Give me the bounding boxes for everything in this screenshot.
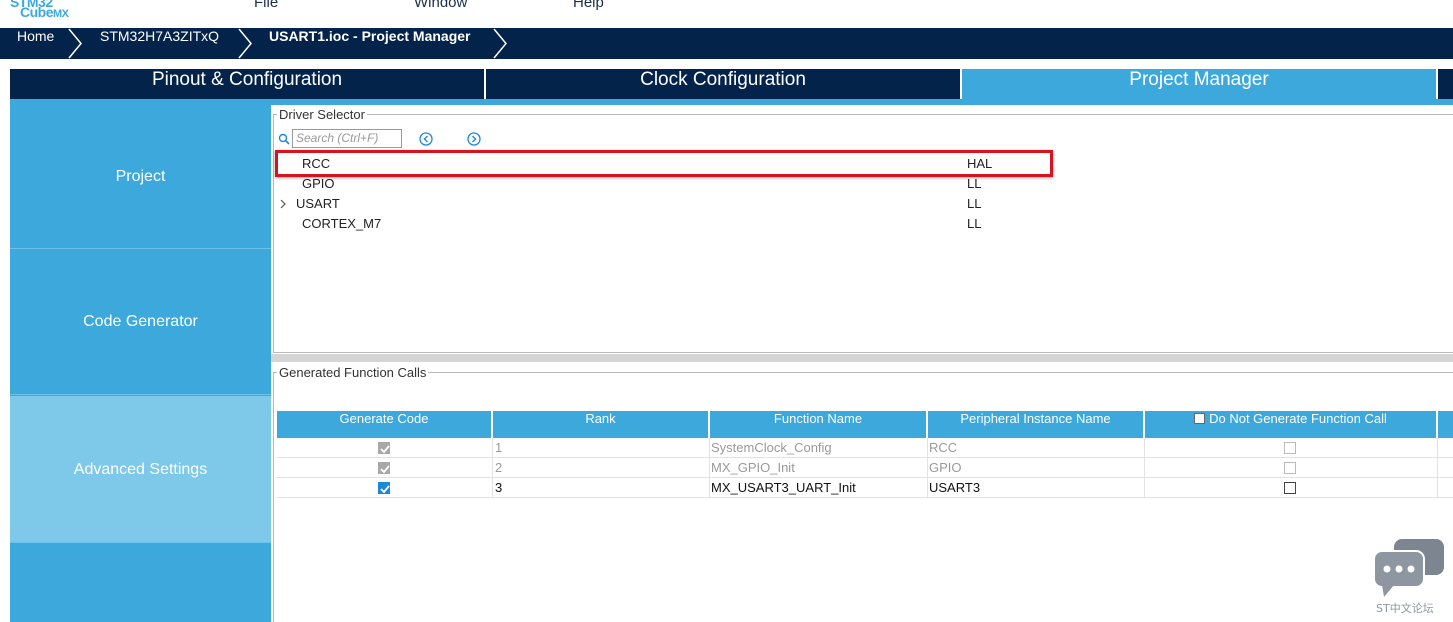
do-not-generate-all-checkbox[interactable]: [1194, 413, 1206, 424]
breadcrumb-separator-icon: [68, 28, 82, 59]
project-manager-sidebar: Project Code Generator Advanced Settings: [10, 105, 271, 622]
generate-code-cell: [277, 478, 493, 498]
do-not-generate-cell: [1145, 478, 1438, 498]
instance-name-cell: RCC: [928, 438, 1145, 458]
breadcrumb-project[interactable]: USART1.ioc - Project Manager: [269, 28, 471, 59]
driver-search-input[interactable]: Search (Ctrl+F): [292, 129, 402, 148]
breadcrumb-separator-icon: [238, 28, 252, 59]
driver-name: USART: [296, 196, 340, 211]
sidebar-item-advanced-settings[interactable]: Advanced Settings: [10, 396, 271, 543]
chat-bubble-icon: [1373, 539, 1444, 597]
rank-cell: 3: [493, 478, 710, 498]
menu-help[interactable]: Help: [573, 0, 604, 11]
next-match-icon[interactable]: [467, 132, 481, 146]
driver-name: GPIO: [302, 176, 335, 191]
sidebar-item-code-generator[interactable]: Code Generator: [10, 249, 271, 395]
table-row[interactable]: 1 SystemClock_Config RCC: [277, 438, 1453, 458]
instance-name-cell: USART3: [928, 478, 1145, 498]
watermark-text: ST中文论坛: [1376, 602, 1434, 615]
instance-name-cell: GPIO: [928, 458, 1145, 478]
main-tabs: Pinout & Configuration Clock Configurati…: [10, 69, 1453, 99]
generated-function-calls-title: Generated Function Calls: [277, 365, 429, 380]
do-not-generate-checkbox[interactable]: [1284, 462, 1296, 474]
driver-row-gpio[interactable]: GPIO LL: [276, 174, 1453, 194]
search-icon: [278, 133, 290, 145]
menu-file[interactable]: File: [254, 0, 278, 11]
generate-code-checkbox[interactable]: [378, 462, 390, 474]
generate-code-checkbox[interactable]: [378, 482, 390, 494]
driver-type-dropdown[interactable]: LL: [967, 214, 981, 234]
driver-type-dropdown[interactable]: LL: [967, 194, 981, 214]
function-calls-table-header: Generate Code Rank Function Name Periphe…: [277, 411, 1453, 438]
panel-splitter[interactable]: [271, 354, 1453, 362]
function-name-cell: MX_GPIO_Init: [710, 458, 928, 478]
sidebar-item-project[interactable]: Project: [10, 105, 271, 249]
column-header-do-not-generate[interactable]: Do Not Generate Function Call: [1145, 411, 1438, 438]
column-header-extra: [1438, 411, 1453, 438]
column-header-function-name[interactable]: Function Name: [710, 411, 928, 438]
breadcrumb: Home STM32H7A3ZITxQ USART1.ioc - Project…: [0, 28, 1453, 59]
column-header-generate-code[interactable]: Generate Code: [277, 411, 493, 438]
column-header-rank[interactable]: Rank: [493, 411, 710, 438]
rank-cell: 2: [493, 458, 710, 478]
tab-overflow: [1438, 69, 1453, 99]
driver-name: CORTEX_M7: [302, 216, 382, 231]
breadcrumb-device[interactable]: STM32H7A3ZITxQ: [100, 28, 219, 59]
menu-window[interactable]: Window: [414, 0, 467, 11]
logo-line2: CubeMX: [20, 4, 69, 20]
previous-match-icon[interactable]: [419, 132, 433, 146]
table-row[interactable]: 2 MX_GPIO_Init GPIO: [277, 458, 1453, 478]
driver-row-cortex-m7[interactable]: CORTEX_M7 LL: [276, 214, 1453, 234]
do-not-generate-cell: [1145, 438, 1438, 458]
column-header-peripheral-instance[interactable]: Peripheral Instance Name: [928, 411, 1145, 438]
st-forum-watermark: ST中文论坛: [1370, 537, 1450, 617]
do-not-generate-checkbox[interactable]: [1284, 442, 1296, 454]
do-not-generate-checkbox[interactable]: [1284, 482, 1296, 494]
stm32cubemx-window: STM32 CubeMX File Window Help Home STM32…: [0, 0, 1453, 622]
breadcrumb-home[interactable]: Home: [17, 28, 54, 59]
rank-cell: 1: [493, 438, 710, 458]
breadcrumb-separator-icon: [493, 28, 507, 59]
generate-code-cell: [277, 458, 493, 478]
tab-project-manager[interactable]: Project Manager: [962, 69, 1436, 99]
generate-code-cell: [277, 438, 493, 458]
driver-row-usart[interactable]: USART LL: [276, 194, 1453, 214]
function-name-cell: SystemClock_Config: [710, 438, 928, 458]
do-not-generate-cell: [1145, 458, 1438, 478]
menu-bar: STM32 CubeMX File Window Help: [0, 0, 1453, 28]
driver-selector-title: Driver Selector: [277, 107, 367, 122]
rcc-row-highlight-annotation: [275, 150, 1053, 177]
stm32cubemx-logo: STM32 CubeMX: [10, 0, 74, 24]
tab-pinout-configuration[interactable]: Pinout & Configuration: [10, 69, 484, 99]
expand-chevron-icon[interactable]: [279, 199, 288, 209]
generate-code-checkbox[interactable]: [378, 442, 390, 454]
driver-type-dropdown[interactable]: LL: [967, 174, 981, 194]
function-name-cell: MX_USART3_UART_Init: [710, 478, 928, 498]
table-row[interactable]: 3 MX_USART3_UART_Init USART3: [277, 478, 1453, 498]
tab-clock-configuration[interactable]: Clock Configuration: [486, 69, 960, 99]
